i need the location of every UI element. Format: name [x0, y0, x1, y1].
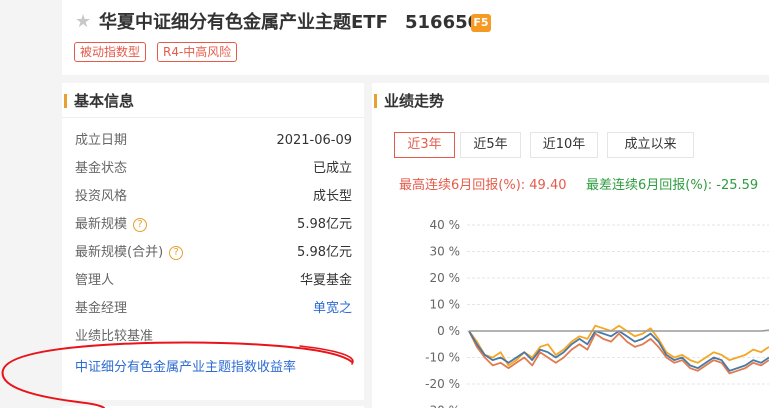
performance-chart: 40 % 30 % 20 % 10 % 0 % -10 % -20 % -30 %: [425, 218, 769, 408]
y-tick-label: -10 %: [425, 351, 460, 365]
max-streak-return: 最高连续6月回报(%): 49.40: [399, 178, 567, 193]
info-value: 5.98亿元: [297, 217, 352, 232]
y-tick-label: 0 %: [437, 324, 460, 338]
info-label: 基金经理: [75, 301, 128, 316]
benchmark-link[interactable]: 中证细分有色金属产业主题指数收益率: [75, 358, 296, 378]
info-label: 基金状态: [75, 161, 128, 176]
help-question-icon[interactable]: ?: [133, 218, 148, 232]
rating-badge: F5: [471, 14, 491, 32]
tab-3y[interactable]: 近3年: [394, 132, 455, 158]
info-label: 最新规模(合并)?: [75, 243, 184, 263]
info-value: 成长型: [312, 189, 352, 204]
basic-info-panel: 基本信息 成立日期 2021-06-09 基金状态 已成立 投资风格 成长型 最…: [62, 83, 364, 408]
performance-panel: 业绩走势 近3年 近5年 近10年 成立以来 最高连续6月回报(%): 49.4…: [372, 83, 769, 408]
info-value: 华夏基金: [299, 273, 352, 288]
info-label: 投资风格: [75, 189, 128, 204]
tab-since-inception[interactable]: 成立以来: [607, 132, 694, 158]
info-label: 成立日期: [75, 133, 128, 148]
fund-code: 516650: [405, 12, 481, 33]
series-line-1: [468, 330, 769, 375]
y-tick-label: -20 %: [425, 377, 460, 391]
tab-5y[interactable]: 近5年: [460, 132, 521, 158]
info-row-status: 基金状态 已成立: [75, 159, 352, 179]
y-tick-label: 20 %: [430, 271, 461, 285]
series-line-3: [469, 329, 769, 332]
performance-title: 业绩走势: [374, 91, 444, 111]
y-tick-label: 10 %: [430, 298, 461, 312]
fund-header: ★ 华夏中证细分有色金属产业主题ETF 516650 F5 被动指数型 R4-中…: [62, 0, 769, 75]
risk-level-tag[interactable]: R4-中高风险: [157, 42, 238, 62]
info-row-inception: 成立日期 2021-06-09: [75, 131, 352, 151]
info-label: 最新规模?: [75, 215, 148, 235]
help-question-icon[interactable]: ?: [169, 246, 184, 260]
info-row-scale-merged: 最新规模(合并)? 5.98亿元: [75, 243, 352, 263]
info-value: 已成立: [312, 161, 352, 176]
next-section-strip: [62, 400, 364, 408]
min-streak-return: 最差连续6月回报(%): -25.59: [586, 178, 759, 193]
info-row-manager: 管理人 华夏基金: [75, 271, 352, 291]
y-tick-label: -30 %: [425, 404, 460, 408]
divider: [62, 117, 364, 118]
favorite-star-icon[interactable]: ★: [75, 12, 91, 32]
y-tick-label: 30 %: [430, 245, 461, 259]
info-value: 2021-06-09: [276, 133, 352, 148]
fund-type-tag[interactable]: 被动指数型: [74, 42, 147, 62]
info-row-benchmark: 业绩比较基准: [75, 327, 352, 347]
info-value: 5.98亿元: [297, 245, 352, 260]
fund-name: 华夏中证细分有色金属产业主题ETF: [99, 12, 388, 33]
info-row-scale: 最新规模? 5.98亿元: [75, 215, 352, 235]
tab-10y[interactable]: 近10年: [530, 132, 598, 158]
info-label: 业绩比较基准: [75, 329, 154, 344]
fund-manager-link[interactable]: 单宽之: [313, 299, 352, 319]
y-tick-label: 40 %: [430, 218, 461, 232]
info-row-style: 投资风格 成长型: [75, 187, 352, 207]
info-label: 管理人: [75, 273, 115, 288]
basic-info-title: 基本信息: [64, 91, 134, 111]
info-row-fund-manager: 基金经理 单宽之: [75, 299, 352, 319]
